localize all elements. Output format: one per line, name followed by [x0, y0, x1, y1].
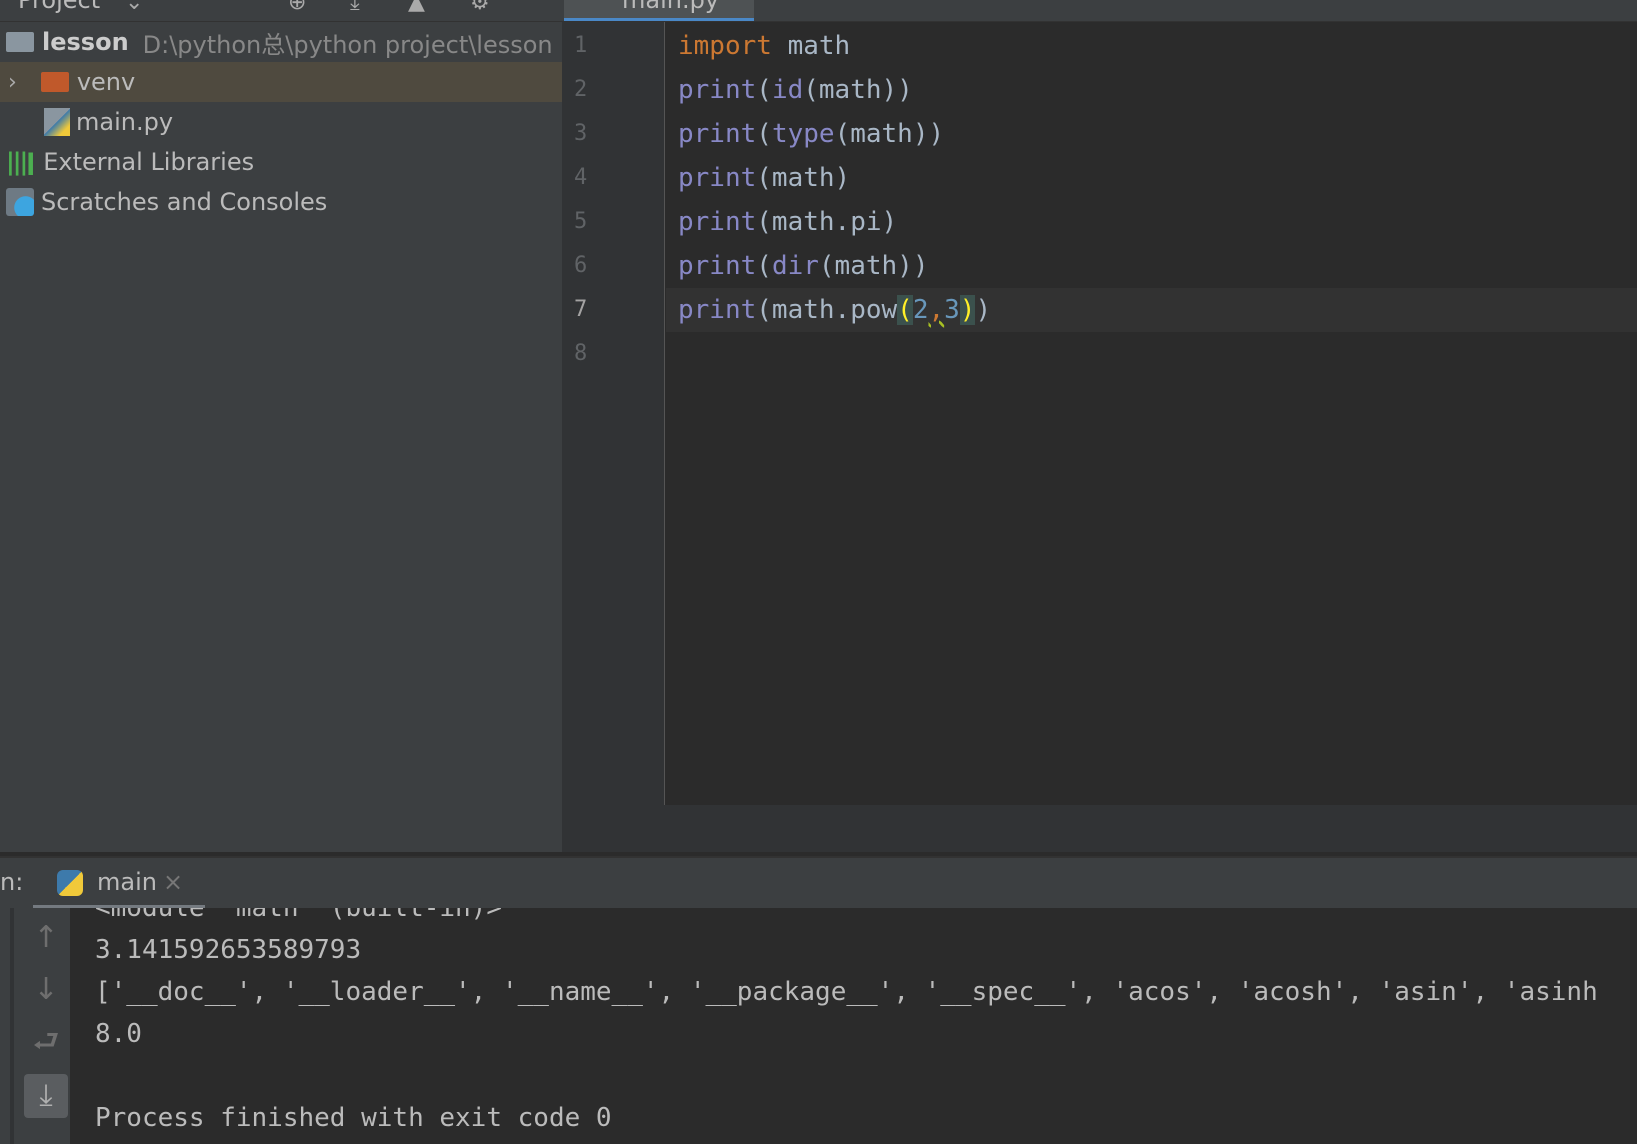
collapse-all-icon[interactable]: ⤓ — [350, 0, 360, 15]
code-token: print — [678, 251, 757, 281]
run-tool-window-header: n: main × — [0, 856, 1637, 910]
code-token: print — [678, 163, 757, 193]
console-line: <module 'math' (built-in)> — [95, 908, 502, 923]
expand-icon[interactable]: ▲ — [408, 0, 425, 15]
editor-bottom-area — [562, 805, 1637, 852]
code-line[interactable]: import math — [678, 24, 850, 68]
code-token: (math) — [756, 163, 851, 193]
code-line[interactable]: print(math.pow(2,3)) — [678, 288, 991, 332]
line-number: 2 — [574, 77, 588, 102]
arrow-down-icon[interactable]: ↓ — [24, 968, 68, 1012]
editor-tab-bar: main.py — [562, 0, 1637, 22]
python-file-icon — [44, 108, 70, 136]
run-tab-main[interactable]: main × — [33, 858, 205, 910]
code-token: import — [678, 31, 772, 61]
code-token: , — [928, 295, 945, 325]
chevron-down-icon[interactable]: ⌄ — [125, 0, 143, 15]
scratches-icon — [6, 188, 34, 216]
line-number-gutter: 1 2 3 4 5 6 7 8 — [562, 22, 665, 805]
code-editor[interactable]: import math print(id(math)) print(type(mat… — [666, 22, 1637, 805]
code-token: print — [678, 75, 757, 105]
tree-item-label: venv — [76, 68, 136, 96]
code-token: 2 — [912, 295, 929, 325]
folder-icon — [6, 32, 34, 52]
code-token: type — [771, 119, 835, 149]
console-line: 8.0 — [95, 1019, 142, 1049]
project-panel-header: Project ⌄ ⊕ ⤓ ▲ ⚙ — [0, 0, 562, 22]
editor-tab-label: main.py — [622, 0, 720, 14]
code-token: print — [678, 207, 757, 237]
tree-item-venv[interactable]: › venv — [0, 62, 562, 102]
line-number: 3 — [574, 121, 588, 146]
console-output[interactable]: <module 'math' (built-in)> 3.141592653589… — [70, 908, 1637, 1144]
line-number: 4 — [574, 165, 588, 190]
run-label: n: — [0, 868, 24, 896]
tree-item-scratches[interactable]: Scratches and Consoles — [0, 182, 562, 222]
code-token: (math)) — [803, 75, 913, 105]
project-tree: lesson D:\python总\python project\lesson … — [0, 22, 562, 852]
soft-wrap-icon[interactable]: ⮐ — [24, 1020, 68, 1064]
tree-item-main-py[interactable]: main.py — [0, 102, 562, 142]
editor-tab-main-py[interactable]: main.py — [564, 0, 754, 21]
root-path: D:\python总\python project\lesson — [142, 30, 553, 59]
code-token: ) — [975, 295, 992, 325]
run-tab-label: main — [97, 868, 157, 896]
tree-item-label: Scratches and Consoles — [41, 188, 328, 216]
libraries-icon: |||ǀ — [6, 148, 35, 176]
tree-item-label: main.py — [76, 108, 174, 136]
code-token: ( — [756, 119, 772, 149]
code-token: ) — [959, 295, 976, 325]
project-panel-title[interactable]: Project — [18, 0, 100, 14]
code-line[interactable]: print(dir(math)) — [678, 244, 928, 288]
code-line[interactable]: print(id(math)) — [678, 68, 913, 112]
code-line[interactable]: print(type(math)) — [678, 112, 944, 156]
code-token: ( — [756, 75, 772, 105]
gear-icon[interactable]: ⚙ — [470, 0, 490, 15]
code-token: (math.pi) — [756, 207, 898, 237]
tree-item-label: External Libraries — [43, 148, 255, 176]
code-line[interactable]: print(math.pi) — [678, 200, 897, 244]
line-number: 6 — [574, 253, 588, 278]
console-line: Process finished with exit code 0 — [95, 1103, 612, 1133]
line-number: 5 — [574, 209, 588, 234]
code-token: print — [678, 119, 757, 149]
code-token: (math)) — [834, 119, 945, 149]
line-number: 7 — [574, 297, 588, 322]
scroll-to-end-icon[interactable]: ⤓ — [24, 1074, 68, 1118]
tree-item-external-libraries[interactable]: |||ǀ External Libraries — [0, 142, 562, 182]
line-number: 8 — [574, 341, 588, 366]
code-token: ( — [756, 251, 772, 281]
close-icon[interactable]: × — [163, 868, 183, 896]
arrow-up-icon[interactable]: ↑ — [24, 916, 68, 960]
code-token: math — [787, 31, 851, 61]
python-icon — [57, 870, 83, 896]
code-token: 3 — [944, 295, 960, 325]
code-token: id — [771, 75, 804, 105]
code-token: (math)) — [818, 251, 929, 281]
folder-icon — [40, 72, 69, 92]
code-token: ( — [897, 295, 913, 325]
root-name: lesson — [42, 28, 129, 56]
tree-item-root[interactable]: lesson D:\python总\python project\lesson — [0, 22, 562, 62]
locate-icon[interactable]: ⊕ — [288, 0, 306, 15]
code-line[interactable]: print(math) — [678, 156, 850, 200]
code-token: print — [678, 295, 757, 325]
console-line: 3.141592653589793 — [95, 935, 362, 965]
chevron-right-icon[interactable]: › — [8, 70, 17, 95]
code-token: (math.pow — [756, 295, 898, 325]
run-toolbar: ↑ ↓ ⮐ ⤓ — [0, 908, 70, 1144]
console-line: ['__doc__', '__loader__', '__name__', '_… — [95, 977, 1598, 1007]
line-number: 1 — [574, 33, 588, 58]
code-token: dir — [771, 251, 819, 281]
